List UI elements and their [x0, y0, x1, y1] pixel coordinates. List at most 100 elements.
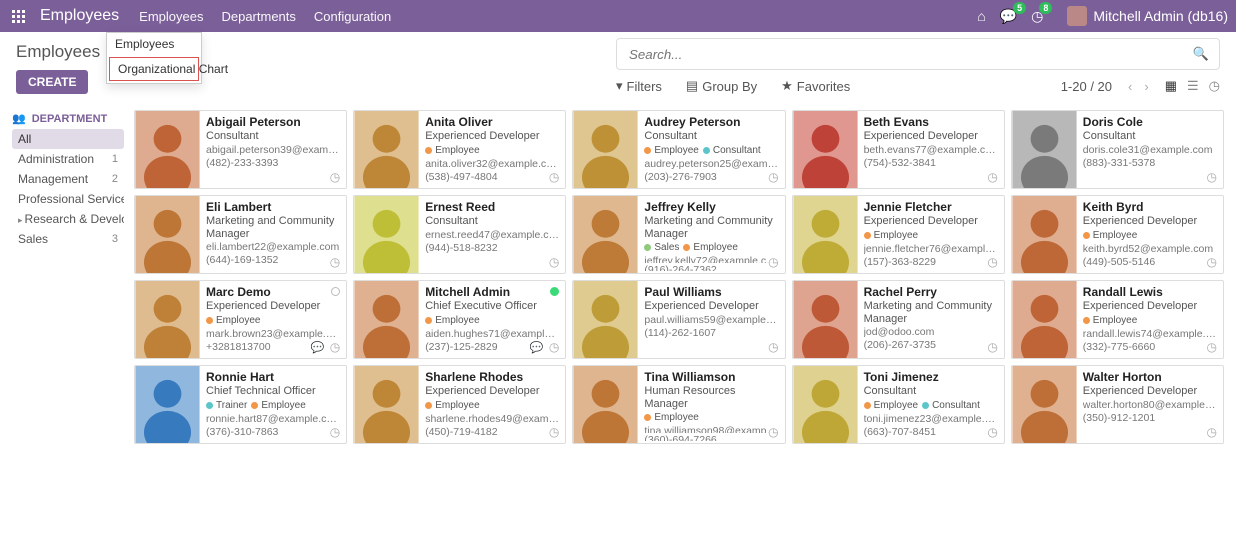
employee-phone: (663)-707-8451 [864, 426, 998, 438]
employee-email: tina.williamson98@example.com [644, 425, 778, 432]
activity-clock-icon[interactable]: ◷ [768, 425, 778, 439]
employee-photo [573, 366, 638, 443]
pager-prev[interactable]: ‹ [1124, 79, 1136, 94]
employee-role: Marketing and Community Manager [864, 300, 998, 325]
employee-name: Sharlene Rhodes [425, 370, 559, 384]
activity-clock-icon[interactable]: ◷ [549, 340, 559, 354]
nav-item-configuration[interactable]: Configuration [314, 9, 391, 24]
sidebar-dept-research-develop-[interactable]: ▸Research & Develop...9 [12, 209, 124, 229]
employee-card[interactable]: Mitchell Admin Chief Executive Officer E… [353, 280, 566, 359]
employee-card[interactable]: Eli Lambert Marketing and Community Mana… [134, 195, 347, 274]
user-menu[interactable]: Mitchell Admin (db16) [1067, 6, 1228, 26]
activity-clock-icon[interactable]: ◷ [330, 255, 340, 269]
chat-icon[interactable]: 💬 [530, 341, 544, 354]
activity-clock-icon[interactable]: ◷ [549, 170, 559, 184]
chat-icon[interactable]: 💬 [310, 341, 324, 354]
employee-card[interactable]: Abigail Peterson Consultant abigail.pete… [134, 110, 347, 189]
employee-role: Marketing and Community Manager [206, 215, 340, 240]
employee-card[interactable]: Jennie Fletcher Experienced Developer Em… [792, 195, 1005, 274]
employee-name: Randall Lewis [1083, 285, 1217, 299]
activity-clock-icon[interactable]: ◷ [987, 170, 997, 184]
employee-card[interactable]: Tina Williamson Human Resources Manager … [572, 365, 785, 444]
employee-name: Jennie Fletcher [864, 200, 998, 214]
employee-card[interactable]: Randall Lewis Experienced Developer Empl… [1011, 280, 1224, 359]
employee-card[interactable]: Beth Evans Experienced Developer beth.ev… [792, 110, 1005, 189]
employee-photo [1012, 111, 1077, 188]
nav-menu: Employees Departments Configuration [139, 9, 391, 24]
activity-clock-icon[interactable]: ◷ [330, 170, 340, 184]
employee-card[interactable]: Sharlene Rhodes Experienced Developer Em… [353, 365, 566, 444]
submenu-item-organizational-chart[interactable]: Organizational Chart [109, 57, 199, 81]
employee-name: Eli Lambert [206, 200, 340, 214]
employee-email: keith.byrd52@example.com [1083, 243, 1217, 255]
favorites-button[interactable]: ★Favorites [781, 78, 850, 94]
app-title[interactable]: Employees [40, 7, 119, 25]
activity-clock-icon[interactable]: ◷ [987, 340, 997, 354]
sidebar-dept-all[interactable]: All [12, 129, 124, 149]
employee-email: paul.williams59@example.com [644, 314, 778, 326]
activity-clock-icon[interactable]: ◷ [987, 255, 997, 269]
employee-card[interactable]: Doris Cole Consultant doris.cole31@examp… [1011, 110, 1224, 189]
employee-email: ronnie.hart87@example.com [206, 413, 340, 425]
search-icon[interactable]: 🔍 [1193, 46, 1209, 62]
activity-clock-icon[interactable]: ◷ [330, 340, 340, 354]
employee-card[interactable]: Paul Williams Experienced Developer paul… [572, 280, 785, 359]
employees-submenu-dropdown: EmployeesOrganizational Chart [106, 32, 202, 84]
employee-email: beth.evans77@example.com [864, 144, 998, 156]
activity-clock-icon[interactable]: ◷ [768, 340, 778, 354]
activity-clock-icon[interactable]: ◷ [1207, 340, 1217, 354]
employee-card[interactable]: Audrey Peterson Consultant EmployeeConsu… [572, 110, 785, 189]
view-list[interactable]: ☰ [1187, 78, 1199, 94]
apps-launcher-icon[interactable] [8, 6, 28, 26]
employee-role: Chief Technical Officer [206, 385, 340, 398]
activity-clock-icon[interactable]: ◷ [549, 255, 559, 269]
employee-email: sharlene.rhodes49@example.com [425, 413, 559, 425]
search-box[interactable]: 🔍 [616, 38, 1220, 70]
sidebar-dept-management[interactable]: Management2 [12, 169, 124, 189]
employee-name: Toni Jimenez [864, 370, 998, 384]
employee-card[interactable]: Ernest Reed Consultant ernest.reed47@exa… [353, 195, 566, 274]
employee-card[interactable]: Rachel Perry Marketing and Community Man… [792, 280, 1005, 359]
employee-photo [135, 281, 200, 358]
employee-card[interactable]: Anita Oliver Experienced Developer Emplo… [353, 110, 566, 189]
activity-clock-icon[interactable]: ◷ [1207, 255, 1217, 269]
employee-card[interactable]: Jeffrey Kelly Marketing and Community Ma… [572, 195, 785, 274]
submenu-item-employees[interactable]: Employees [107, 33, 201, 55]
activity-clock-icon[interactable]: ◷ [1207, 425, 1217, 439]
employee-card[interactable]: Toni Jimenez Consultant EmployeeConsulta… [792, 365, 1005, 444]
activity-clock-icon[interactable]: ◷ [549, 425, 559, 439]
create-button[interactable]: CREATE [16, 70, 88, 94]
activity-clock-icon[interactable]: ◷ [1207, 170, 1217, 184]
sidebar-dept-administration[interactable]: Administration1 [12, 149, 124, 169]
filters-button[interactable]: ▾Filters [616, 78, 662, 94]
activity-clock-icon[interactable]: ◷ [987, 425, 997, 439]
employee-card[interactable]: Ronnie Hart Chief Technical Officer Trai… [134, 365, 347, 444]
view-kanban[interactable]: ▦ [1165, 78, 1177, 94]
employee-tags: Employee [644, 412, 778, 423]
nav-item-departments[interactable]: Departments [221, 9, 295, 24]
pager-next[interactable]: › [1140, 79, 1152, 94]
employee-role: Consultant [1083, 130, 1217, 143]
activity-clock-icon[interactable]: ◷ [330, 425, 340, 439]
messaging-icon[interactable]: 💬5 [1000, 8, 1017, 25]
activity-icon[interactable]: ◷8 [1031, 8, 1043, 25]
view-activity[interactable]: ◷ [1209, 78, 1220, 94]
sidebar-dept-sales[interactable]: Sales3 [12, 229, 124, 249]
activity-clock-icon[interactable]: ◷ [768, 255, 778, 269]
employee-name: Rachel Perry [864, 285, 998, 299]
tag: Employee [206, 315, 260, 326]
nav-item-employees[interactable]: Employees [139, 9, 203, 24]
group-icon: ▤ [686, 78, 698, 94]
home-icon[interactable]: ⌂ [977, 8, 985, 24]
search-input[interactable] [627, 46, 1193, 63]
department-sidebar: 👥DEPARTMENT AllAdministration1Management… [0, 106, 130, 249]
sidebar-dept-professional-services[interactable]: Professional Services5 [12, 189, 124, 209]
employee-card[interactable]: Keith Byrd Experienced Developer Employe… [1011, 195, 1224, 274]
people-icon: 👥 [12, 112, 26, 125]
employee-name: Mitchell Admin [425, 285, 559, 299]
employee-card[interactable]: Marc Demo Experienced Developer Employee… [134, 280, 347, 359]
groupby-button[interactable]: ▤Group By [686, 78, 757, 94]
activity-clock-icon[interactable]: ◷ [768, 170, 778, 184]
employee-card[interactable]: Walter Horton Experienced Developer walt… [1011, 365, 1224, 444]
employee-role: Consultant [425, 215, 559, 228]
